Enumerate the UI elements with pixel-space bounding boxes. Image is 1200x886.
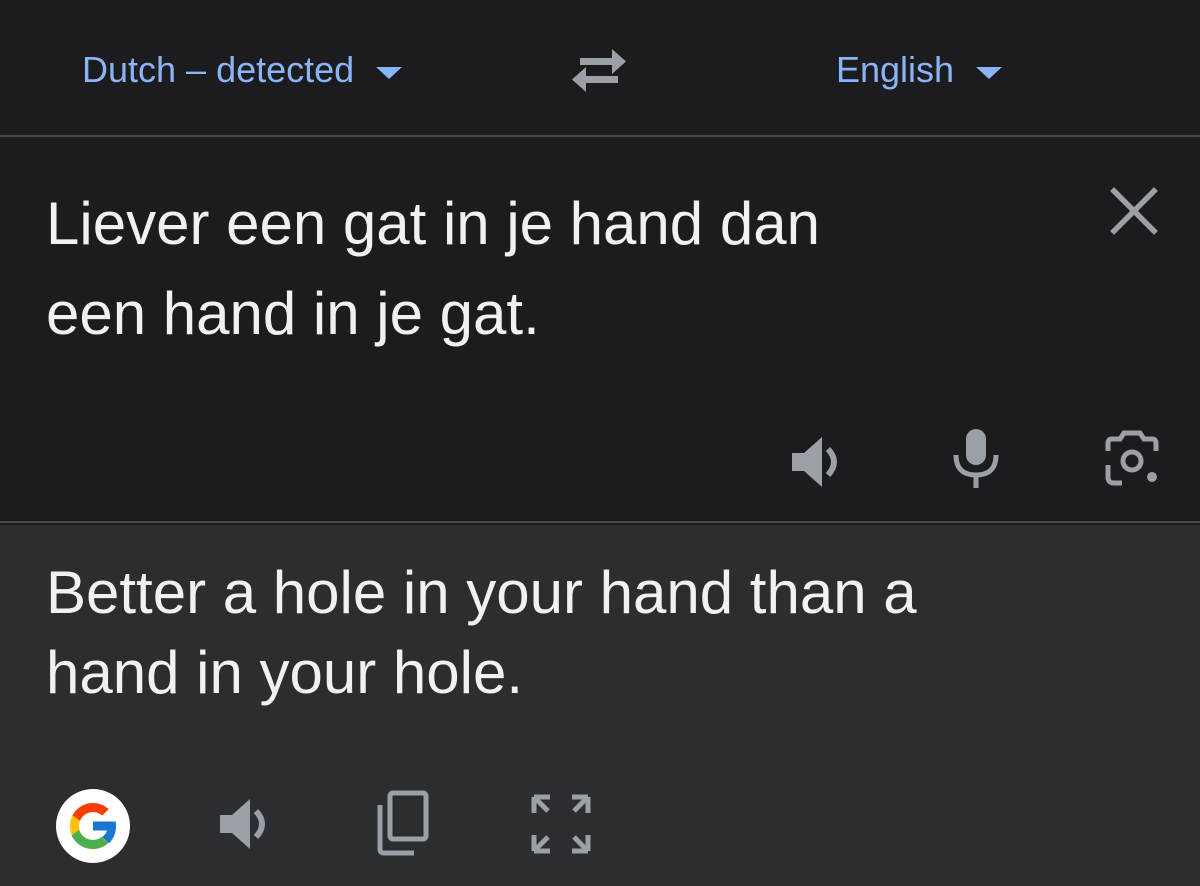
- result-panel: Better a hole in your hand than a hand i…: [0, 525, 1200, 886]
- swap-arrows-icon[interactable]: [566, 40, 632, 100]
- copy-icon[interactable]: [372, 789, 434, 857]
- chevron-down-icon: [976, 67, 1003, 79]
- fullscreen-icon[interactable]: [530, 793, 592, 855]
- translate-app: Dutch – detected English Liever een gat …: [0, 0, 1200, 886]
- translation-text-line: hand in your hole.: [46, 639, 524, 706]
- source-text-line: Liever een gat in je hand dan: [46, 190, 820, 257]
- target-language-label: English: [836, 49, 955, 90]
- microphone-icon[interactable]: [946, 427, 1006, 491]
- language-bar: Dutch – detected English: [0, 0, 1200, 137]
- source-text-line: een hand in je gat.: [46, 280, 540, 347]
- source-text-input[interactable]: Liever een gat in je hand dan een hand i…: [46, 179, 986, 359]
- translation-text-line: Better a hole in your hand than a: [46, 559, 917, 626]
- source-language-selector[interactable]: Dutch – detected: [82, 44, 403, 96]
- google-logo-icon[interactable]: [56, 789, 130, 863]
- chevron-down-icon: [376, 67, 403, 79]
- source-language-label: Dutch – detected: [82, 49, 355, 90]
- close-icon[interactable]: [1104, 181, 1164, 241]
- camera-icon[interactable]: [1100, 429, 1164, 491]
- translation-output: Better a hole in your hand than a hand i…: [46, 553, 1126, 713]
- speaker-icon[interactable]: [788, 431, 850, 493]
- speaker-icon[interactable]: [216, 793, 278, 855]
- target-language-selector[interactable]: English: [836, 44, 1003, 96]
- source-panel: Liever een gat in je hand dan een hand i…: [0, 139, 1200, 523]
